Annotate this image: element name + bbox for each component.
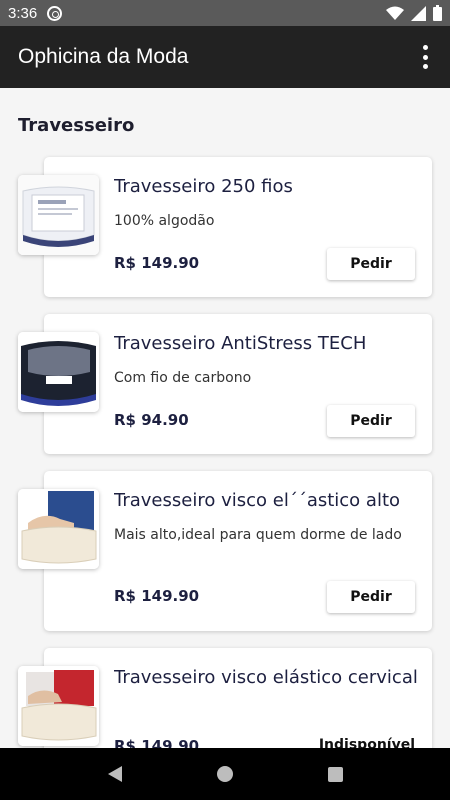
battery-icon [433,5,442,21]
product-description: Mais alto,ideal para quem dorme de lado [114,527,402,543]
product-image [18,666,99,746]
home-icon[interactable] [216,766,233,782]
product-price: R$ 149.90 [114,587,200,605]
product-name: Travesseiro visco el´´astico alto [114,490,401,511]
unavailable-label: Indisponível [318,737,415,748]
product-image [18,489,99,569]
product-description: Com fio de carbono [114,370,252,386]
app-bar: Ophicina da Moda [0,26,450,88]
recents-icon[interactable] [327,766,343,782]
product-card[interactable]: Travesseiro visco elástico cervical R$ 1… [44,648,432,748]
section-title: Travesseiro [18,115,135,136]
status-time: 3:36 [8,4,38,22]
product-price: R$ 149.90 [114,737,200,748]
status-icons [386,5,442,21]
order-button[interactable]: Pedir [327,581,415,613]
product-card[interactable]: Travesseiro AntiStress TECH Com fio de c… [44,314,432,454]
back-icon[interactable] [107,766,122,782]
order-button[interactable]: Pedir [327,248,415,280]
order-button[interactable]: Pedir [327,405,415,437]
product-image [18,332,99,412]
signal-icon [411,5,426,21]
product-description: 100% algodão [114,213,215,229]
product-card[interactable]: Travesseiro 250 fios 100% algodão R$ 149… [44,157,432,297]
app-title: Ophicina da Moda [18,45,189,68]
product-list[interactable]: Travesseiro Travesseiro 250 fios 100% al… [0,88,450,748]
product-price: R$ 149.90 [114,254,200,272]
system-nav-bar [0,748,450,800]
wifi-icon [386,6,404,20]
status-bar: 3:36 [0,0,450,26]
product-price: R$ 94.90 [114,411,189,429]
product-name: Travesseiro AntiStress TECH [114,333,367,354]
overflow-menu-icon[interactable] [418,45,432,69]
at-sign-icon [47,5,63,21]
product-name: Travesseiro 250 fios [114,176,293,197]
product-card[interactable]: Travesseiro visco el´´astico alto Mais a… [44,471,432,631]
product-name: Travesseiro visco elástico cervical [114,667,418,688]
product-image [18,175,99,255]
